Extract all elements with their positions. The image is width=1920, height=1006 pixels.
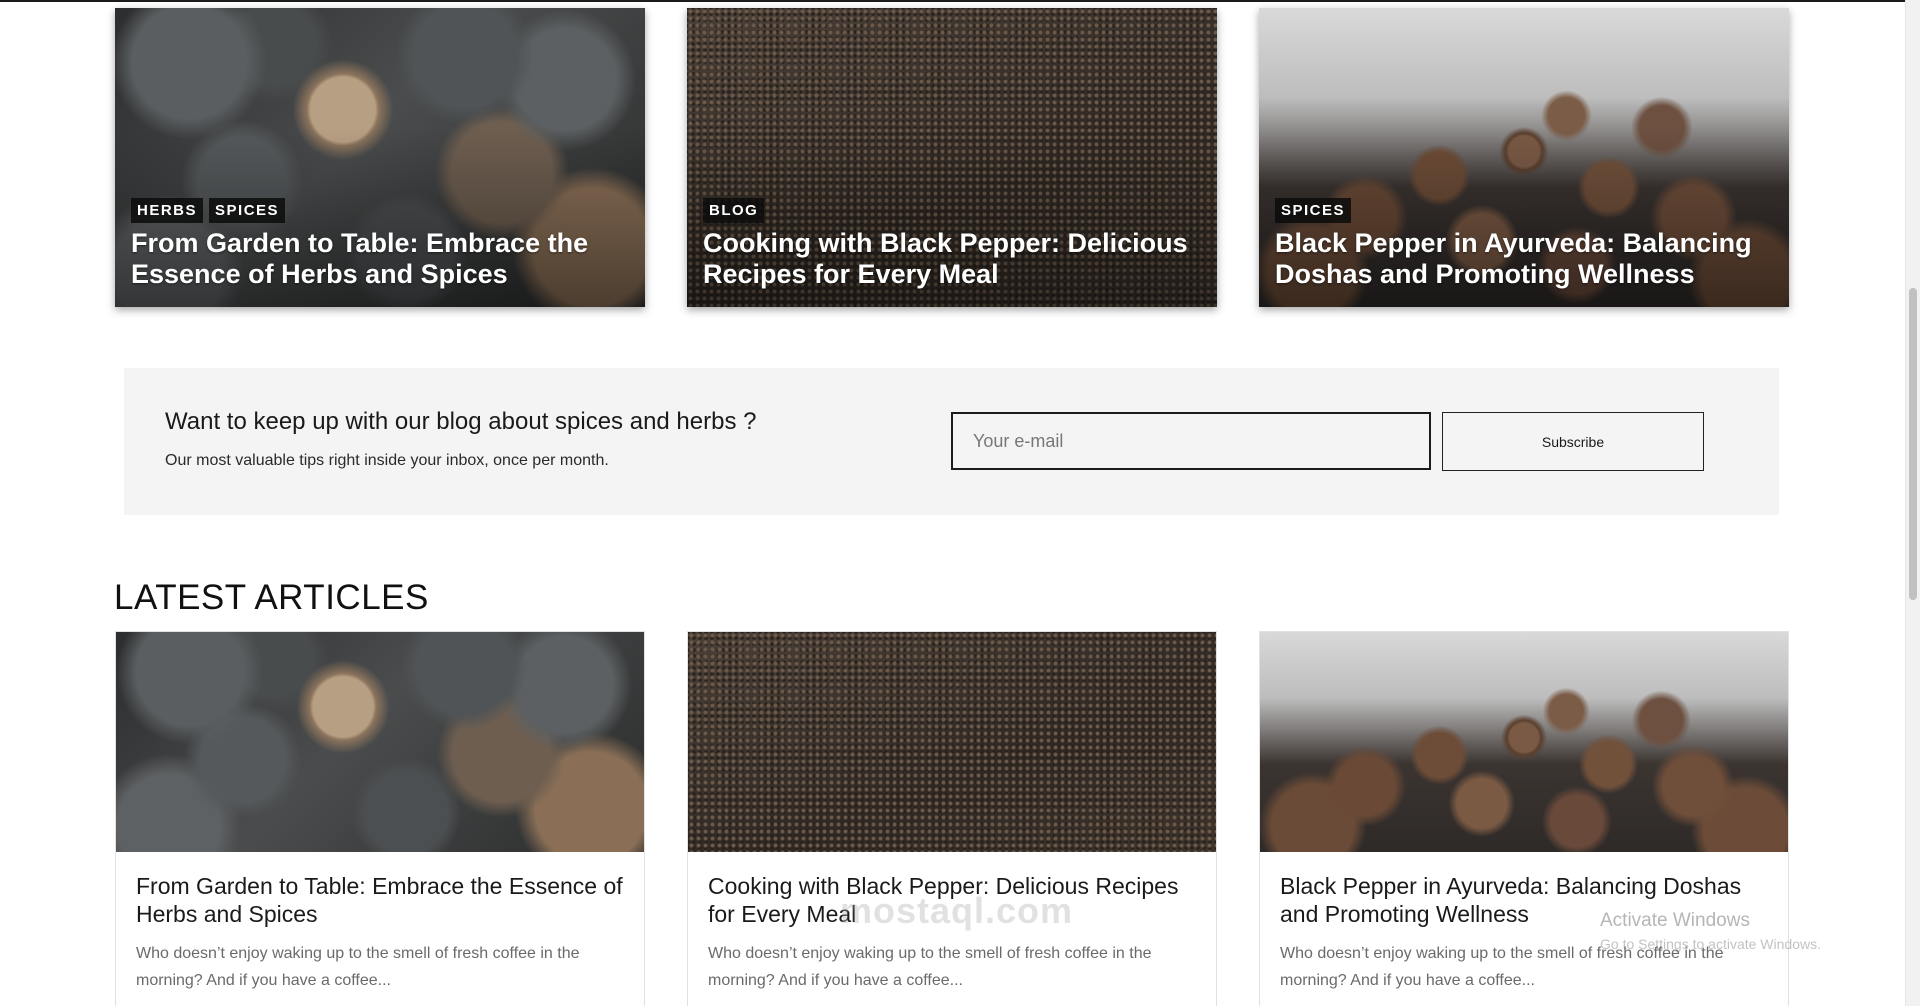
featured-card-2[interactable]: BLOG Cooking with Black Pepper: Deliciou… [687,8,1217,307]
subscribe-button[interactable]: Subscribe [1442,412,1704,471]
email-input[interactable] [951,412,1431,470]
article-image-1[interactable] [116,632,644,852]
latest-articles-heading: LATEST ARTICLES [114,578,429,617]
featured-posts: HERBS SPICES From Garden to Table: Embra… [115,8,1789,307]
article-card-2[interactable]: Cooking with Black Pepper: Delicious Rec… [687,631,1217,1006]
newsletter-heading: Want to keep up with our blog about spic… [165,408,757,435]
article-card-1[interactable]: From Garden to Table: Embrace the Essenc… [115,631,645,1006]
article-image-3[interactable] [1260,632,1788,852]
featured-title-2[interactable]: Cooking with Black Pepper: Delicious Rec… [703,228,1203,290]
featured-card-3[interactable]: SPICES Black Pepper in Ayurveda: Balanci… [1259,8,1789,307]
featured-tags-1: HERBS SPICES [131,198,286,223]
brand-watermark: mostaql.com [840,890,1074,931]
article-excerpt-2: Who doesn’t enjoy waking up to the smell… [708,945,1152,989]
latest-articles-list: From Garden to Table: Embrace the Essenc… [115,631,1789,1006]
featured-tags-3: SPICES [1275,198,1352,223]
newsletter-box: Want to keep up with our blog about spic… [124,368,1779,515]
scrollbar-thumb[interactable] [1909,288,1917,600]
tag-spices[interactable]: SPICES [209,198,286,223]
activate-windows-subtext: Go to Settings to activate Windows. [1600,936,1821,952]
page-scrollbar[interactable] [1905,0,1920,1006]
tag-blog[interactable]: BLOG [703,198,765,223]
tag-herbs[interactable]: HERBS [131,198,204,223]
page: HERBS SPICES From Garden to Table: Embra… [0,0,1920,1006]
tag-spices[interactable]: SPICES [1275,198,1352,223]
article-title-1[interactable]: From Garden to Table: Embrace the Essenc… [136,872,626,928]
activate-windows-title: Activate Windows [1600,910,1750,931]
article-excerpt-1: Who doesn’t enjoy waking up to the smell… [136,945,580,989]
featured-title-3[interactable]: Black Pepper in Ayurveda: Balancing Dosh… [1275,228,1775,290]
newsletter-subtext: Our most valuable tips right inside your… [165,452,609,469]
article-image-2[interactable] [688,632,1216,852]
featured-title-1[interactable]: From Garden to Table: Embrace the Essenc… [131,228,631,290]
top-divider [0,0,1906,2]
featured-tags-2: BLOG [703,198,765,223]
featured-card-1[interactable]: HERBS SPICES From Garden to Table: Embra… [115,8,645,307]
